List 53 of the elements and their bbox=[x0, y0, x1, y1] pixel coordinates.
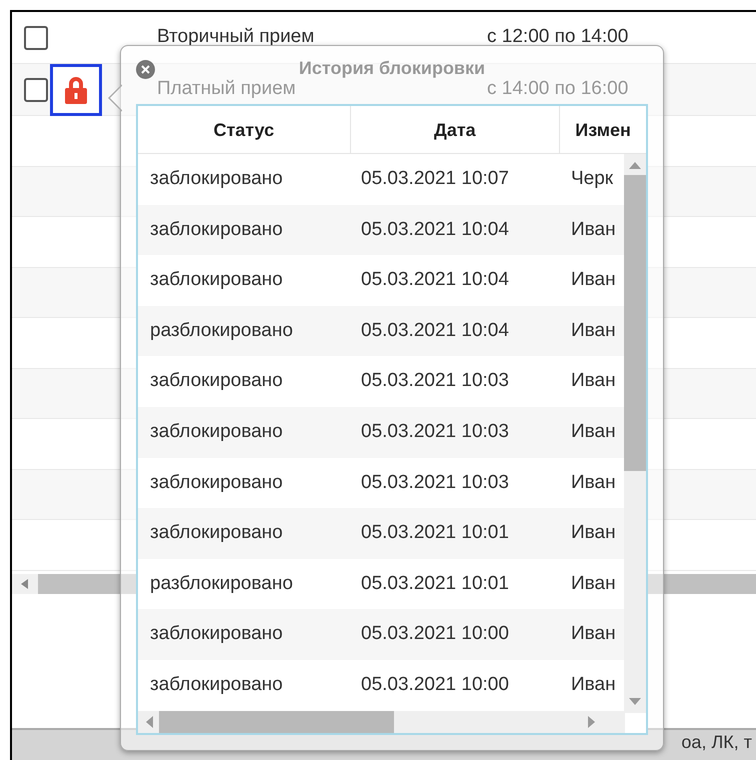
table-cell-text: Иван bbox=[570, 672, 617, 697]
lock-button[interactable] bbox=[50, 64, 102, 116]
horizontal-scrollbar[interactable] bbox=[138, 711, 625, 733]
scroll-right-icon[interactable] bbox=[588, 716, 595, 728]
table-cell-text: заблокировано bbox=[149, 369, 284, 394]
appointment-name: Вторичный прием bbox=[157, 25, 316, 50]
table-cell-text: Иван bbox=[570, 218, 617, 242]
table-cell-text: Черк bbox=[570, 167, 614, 192]
table-cell-text: 05.03.2021 10:04 bbox=[360, 268, 510, 292]
table-cell-text: Иван bbox=[570, 318, 617, 343]
table-cell-text: 05.03.2021 10:00 bbox=[360, 622, 510, 646]
table-cell-text: 05.03.2021 10:01 bbox=[360, 521, 510, 546]
table-cell-text: Иван bbox=[570, 420, 617, 444]
table-cell-text: 05.03.2021 10:04 bbox=[360, 318, 510, 343]
scroll-left-icon[interactable] bbox=[21, 578, 29, 588]
table-cell-text: заблокировано bbox=[149, 672, 284, 697]
table-cell-text: заблокировано bbox=[149, 420, 284, 444]
appointment-name: Платный прием bbox=[157, 77, 297, 102]
table-cell-text: заблокировано bbox=[149, 167, 284, 192]
table-cell-text: 05.03.2021 10:07 bbox=[360, 167, 510, 192]
table-cell-text: разблокировано bbox=[149, 318, 294, 343]
table-cell-text: заблокировано bbox=[149, 521, 284, 546]
popover-title: История блокировки bbox=[298, 56, 486, 80]
column-header[interactable]: Измен bbox=[560, 106, 646, 154]
appointment-time: с 12:00 по 14:00 bbox=[487, 25, 628, 50]
table-cell-text: Иван bbox=[570, 622, 617, 646]
appointment-time: с 14:00 по 16:00 bbox=[487, 77, 628, 102]
table-cell-text: 05.03.2021 10:03 bbox=[360, 470, 510, 495]
table-cell-text: Иван bbox=[570, 369, 617, 394]
lock-icon bbox=[63, 74, 89, 104]
table-cell-text: разблокировано bbox=[149, 572, 294, 596]
table-cell-text: заблокировано bbox=[149, 218, 284, 242]
table-cell-text: 05.03.2021 10:03 bbox=[360, 420, 510, 444]
table-cell-text: Иван bbox=[570, 268, 617, 292]
scroll-left-icon[interactable] bbox=[146, 716, 153, 728]
table-cell-text: 05.03.2021 10:03 bbox=[360, 369, 510, 394]
table-cell-text: Иван bbox=[570, 521, 617, 546]
close-icon[interactable] bbox=[141, 65, 150, 74]
checkbox[interactable] bbox=[24, 78, 48, 102]
scroll-up-icon[interactable] bbox=[629, 162, 641, 169]
table-cell-text: 05.03.2021 10:04 bbox=[360, 218, 510, 242]
table-cell-text: заблокировано bbox=[149, 268, 284, 292]
table-cell-text: 05.03.2021 10:00 bbox=[360, 672, 510, 697]
table-cell-text: Иван bbox=[570, 470, 617, 495]
checkbox[interactable] bbox=[24, 26, 48, 50]
popover-pointer-icon bbox=[108, 84, 122, 112]
table-cell-text: заблокировано bbox=[149, 622, 284, 646]
scroll-down-icon[interactable] bbox=[629, 698, 641, 705]
table-cell-text: заблокировано bbox=[149, 470, 284, 495]
table-cell-text: Иван bbox=[570, 572, 617, 596]
vertical-scrollbar[interactable] bbox=[624, 154, 646, 713]
footer-text: оа, ЛК, т bbox=[681, 731, 752, 754]
table-cell-text: 05.03.2021 10:01 bbox=[360, 572, 510, 596]
